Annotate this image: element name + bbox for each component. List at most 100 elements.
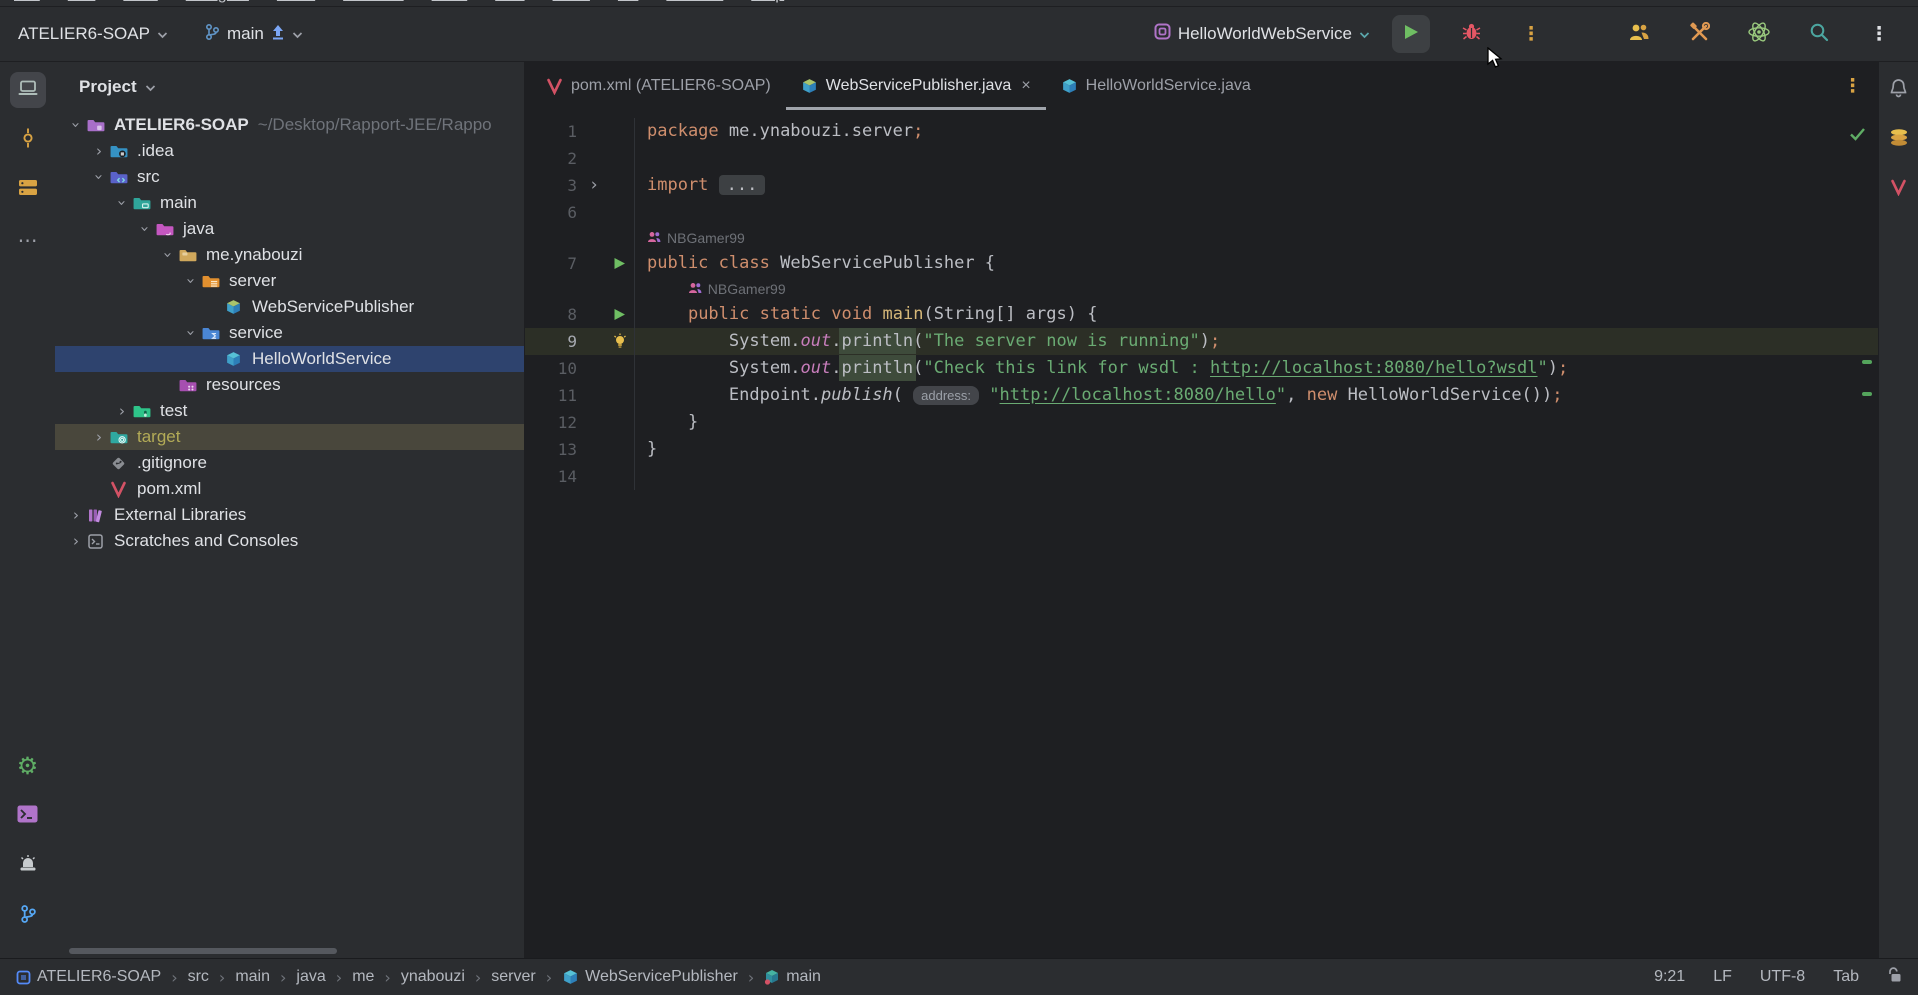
menu-refactor[interactable]: Refactor xyxy=(343,0,403,5)
tree-chevron-icon[interactable]: › xyxy=(88,142,110,160)
close-icon[interactable]: × xyxy=(1021,77,1030,95)
menu-run[interactable]: Run xyxy=(495,0,524,5)
code-line-1[interactable]: 1package me.ynabouzi.server; xyxy=(525,118,1878,145)
author-inlay-text[interactable]: NBGamer99 xyxy=(708,277,786,301)
menu-code[interactable]: Code xyxy=(277,0,315,5)
menu-git[interactable]: Git xyxy=(618,0,638,5)
tree-row-atelier6-soap[interactable]: ›ATELIER6-SOAP~/Desktop/Rapport-JEE/Rapp… xyxy=(55,112,524,138)
tree-chevron-icon[interactable]: › xyxy=(67,114,85,136)
tree-chevron-icon[interactable]: › xyxy=(88,428,110,446)
database-toolwindow-button[interactable] xyxy=(10,172,46,208)
debug-button[interactable] xyxy=(1452,15,1490,53)
tree-row-test[interactable]: ›test xyxy=(55,398,524,424)
tree-row--gitignore[interactable]: .gitignore xyxy=(55,450,524,476)
breadcrumb-src[interactable]: src xyxy=(188,968,209,986)
tree-row-target[interactable]: ›target xyxy=(55,424,524,450)
services-toolwindow-button[interactable] xyxy=(10,848,46,884)
tab-helloworldservice-java[interactable]: HelloWorldService.java xyxy=(1046,62,1266,110)
breadcrumb-me[interactable]: me xyxy=(352,968,374,986)
tree-row-src[interactable]: ›src xyxy=(55,164,524,190)
breadcrumb-server[interactable]: server xyxy=(491,968,535,986)
code-line-6[interactable]: 6 xyxy=(525,199,1878,226)
tree-chevron-icon[interactable]: › xyxy=(90,166,108,188)
tree-row-server[interactable]: ›server xyxy=(55,268,524,294)
tree-row-java[interactable]: ›java xyxy=(55,216,524,242)
tree-chevron-icon[interactable]: › xyxy=(113,192,131,214)
tab-pom-xml-atelier6-soap-[interactable]: pom.xml (ATELIER6-SOAP) xyxy=(531,62,786,110)
tree-row-pom-xml[interactable]: pom.xml xyxy=(55,476,524,502)
menu-edit[interactable]: Edit xyxy=(68,0,96,5)
git-toolwindow-button[interactable] xyxy=(10,898,46,934)
terminal-toolwindow-button[interactable] xyxy=(10,798,46,834)
tree-chevron-icon[interactable]: › xyxy=(136,218,154,240)
project-widget[interactable]: ATELIER6-SOAP xyxy=(18,24,168,44)
commit-toolwindow-button[interactable] xyxy=(10,122,46,158)
plugin-atom-button[interactable] xyxy=(1740,15,1778,53)
breadcrumb-java[interactable]: java xyxy=(296,968,325,986)
tree-chevron-icon[interactable]: › xyxy=(159,244,177,266)
code-line-13[interactable]: 13} xyxy=(525,436,1878,463)
tree-row-helloworldservice[interactable]: HelloWorldService xyxy=(55,346,524,372)
code-line-8[interactable]: 8 public static void main(String[] args)… xyxy=(525,301,1878,328)
lock-icon[interactable] xyxy=(1887,966,1902,988)
code-line-7[interactable]: 7public class WebServicePublisher { xyxy=(525,250,1878,277)
menu-build[interactable]: Build xyxy=(432,0,468,5)
more-toolwindows-button[interactable]: ⋯ xyxy=(10,222,46,258)
code-line-3[interactable]: 3›import ... xyxy=(525,172,1878,199)
tree-row-webservicepublisher[interactable]: WebServicePublisher xyxy=(55,294,524,320)
tab-options-kebab[interactable]: ⋮ xyxy=(1843,77,1878,96)
line-separator-widget[interactable]: LF xyxy=(1713,968,1732,986)
tree-row-me-ynabouzi[interactable]: ›me.ynabouzi xyxy=(55,242,524,268)
more-run-actions-button[interactable]: ⋮ xyxy=(1512,15,1550,53)
indent-widget[interactable]: Tab xyxy=(1833,968,1859,986)
tree-row-main[interactable]: ›main xyxy=(55,190,524,216)
horizontal-scrollbar[interactable] xyxy=(69,948,337,954)
menu-help[interactable]: Help xyxy=(751,0,784,5)
menu-file[interactable]: File xyxy=(14,0,40,5)
menu-view[interactable]: View xyxy=(123,0,157,5)
fold-arrow-icon[interactable]: › xyxy=(583,172,605,199)
tab-webservicepublisher-java[interactable]: WebServicePublisher.java× xyxy=(786,62,1046,110)
author-inlay-text[interactable]: NBGamer99 xyxy=(667,226,745,250)
menu-window[interactable]: Window xyxy=(666,0,723,5)
breadcrumb-webservicepublisher[interactable]: WebServicePublisher xyxy=(562,968,738,986)
tree-chevron-icon[interactable]: › xyxy=(111,402,133,420)
code-editor[interactable]: 1package me.ynabouzi.server;23›import ..… xyxy=(525,110,1878,958)
main-menu-kebab-button[interactable]: ⋮ xyxy=(1860,15,1898,53)
run-configuration-selector[interactable]: HelloWorldWebService xyxy=(1154,23,1370,45)
vcs-branch-widget[interactable]: main xyxy=(204,23,303,46)
run-gutter-icon[interactable] xyxy=(605,250,635,277)
code-line-14[interactable]: 14 xyxy=(525,463,1878,490)
run-button[interactable] xyxy=(1392,15,1430,53)
inspections-ok-icon[interactable] xyxy=(1849,126,1866,146)
code-line-2[interactable]: 2 xyxy=(525,145,1878,172)
maven-toolwindow-button[interactable] xyxy=(1881,172,1917,208)
tree-row--idea[interactable]: ›.idea xyxy=(55,138,524,164)
code-line-9[interactable]: 9 System.out.println("The server now is … xyxy=(525,328,1878,355)
build-tools-button[interactable] xyxy=(1680,15,1718,53)
project-toolwindow-button[interactable] xyxy=(10,72,46,108)
notifications-button[interactable] xyxy=(1881,72,1917,108)
caret-position-widget[interactable]: 9:21 xyxy=(1654,968,1685,986)
tree-chevron-icon[interactable]: › xyxy=(182,270,200,292)
tree-row-service[interactable]: ›service xyxy=(55,320,524,346)
run-gutter-icon[interactable] xyxy=(605,301,635,328)
menu-navigate[interactable]: Navigate xyxy=(186,0,249,5)
tree-row-resources[interactable]: resources xyxy=(55,372,524,398)
code-line-10[interactable]: 10 System.out.println("Check this link f… xyxy=(525,355,1878,382)
tree-chevron-icon[interactable]: › xyxy=(182,322,200,344)
intention-bulb-icon[interactable] xyxy=(605,328,635,355)
breadcrumb-atelier6-soap[interactable]: ATELIER6-SOAP xyxy=(16,968,161,986)
code-line-11[interactable]: 11 Endpoint.publish( address: "http://lo… xyxy=(525,382,1878,409)
search-everywhere-button[interactable] xyxy=(1800,15,1838,53)
encoding-widget[interactable]: UTF-8 xyxy=(1760,968,1805,986)
tree-chevron-icon[interactable]: › xyxy=(65,532,87,550)
code-line-12[interactable]: 12 } xyxy=(525,409,1878,436)
layers-toolwindow-button[interactable] xyxy=(1881,122,1917,158)
breadcrumb-main[interactable]: main xyxy=(235,968,270,986)
menu-tools[interactable]: Tools xyxy=(553,0,590,5)
breadcrumb-main[interactable]: main xyxy=(764,968,821,986)
breadcrumb-ynabouzi[interactable]: ynabouzi xyxy=(401,968,465,986)
settings-toolwindow-button[interactable]: ⚙ xyxy=(10,748,46,784)
menu-bar[interactable]: File Edit View Navigate Code Refactor Build Run… xyxy=(0,0,1918,7)
